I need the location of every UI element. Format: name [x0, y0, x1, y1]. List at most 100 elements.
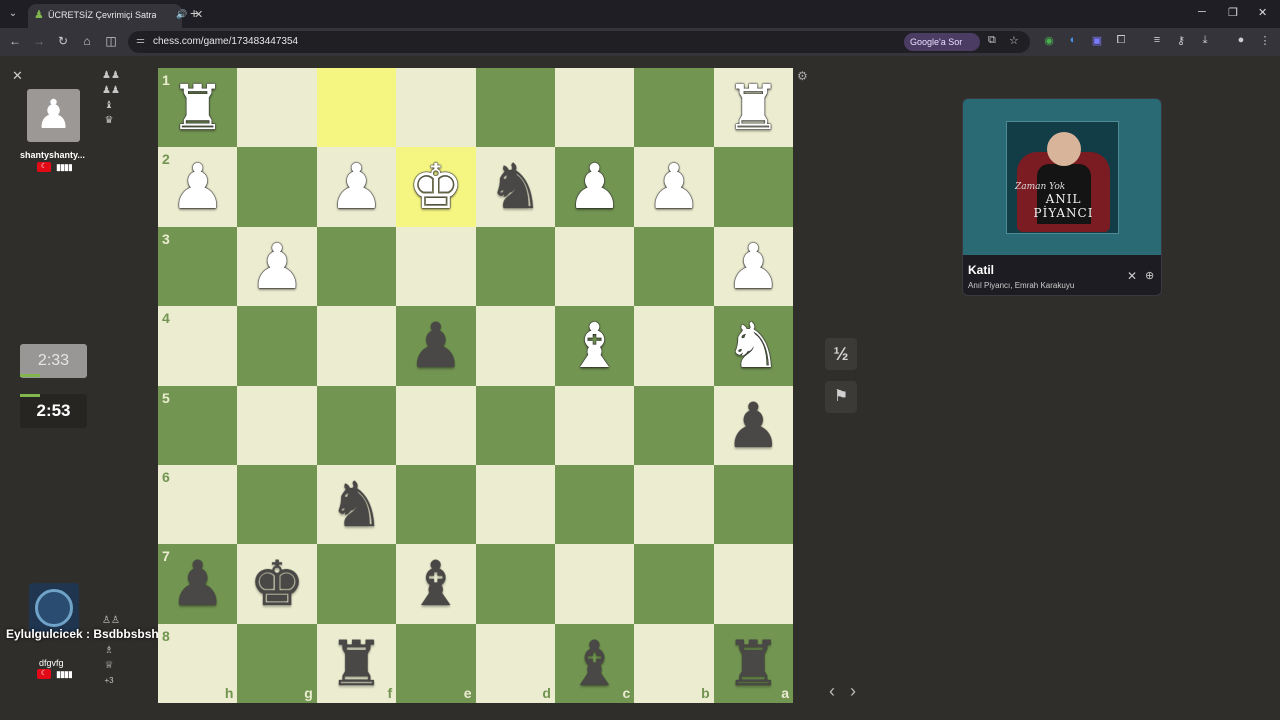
- top-player-avatar[interactable]: ♟: [27, 89, 80, 142]
- black-knight[interactable]: ♞: [317, 465, 396, 544]
- board-square[interactable]: d: [475, 623, 555, 704]
- board-square[interactable]: [396, 385, 476, 465]
- window-close-button[interactable]: ✕: [1258, 6, 1267, 19]
- board-square[interactable]: [475, 464, 555, 545]
- board-square[interactable]: 6: [158, 464, 238, 545]
- new-tab-button[interactable]: +: [190, 5, 198, 21]
- board-square[interactable]: [554, 544, 635, 624]
- home-icon[interactable]: ⌂: [79, 34, 95, 48]
- split-view-icon[interactable]: ◫: [103, 34, 119, 48]
- board-square[interactable]: [316, 544, 397, 624]
- black-pawn[interactable]: ♟: [396, 306, 475, 385]
- chess-board[interactable]: 1 2 3 4 5 6 7 8 h g f e d c b a ♜ ♜ ♟ ♟ ♚ ♞ ♟ ♟ ♟ ♟ ♟ ♝ ♞ ♟ ♞ ♟ ♚ ♝ ♜ ♝ ♜: [158, 68, 794, 704]
- menu-icon[interactable]: ⋮: [1258, 34, 1272, 47]
- speaker-icon[interactable]: 🔊: [176, 9, 187, 20]
- black-pawn[interactable]: ♟: [158, 544, 237, 623]
- board-square[interactable]: [237, 306, 317, 386]
- board-square[interactable]: g: [237, 623, 317, 704]
- white-pawn[interactable]: ♟: [714, 227, 793, 306]
- next-move-button[interactable]: ›: [850, 681, 856, 702]
- white-pawn[interactable]: ♟: [317, 147, 396, 226]
- board-square[interactable]: 3: [158, 226, 238, 307]
- board-square[interactable]: [396, 464, 476, 545]
- black-king[interactable]: ♚: [237, 544, 316, 623]
- board-square[interactable]: [634, 68, 714, 148]
- white-pawn[interactable]: ♟: [158, 147, 237, 226]
- board-square[interactable]: [475, 68, 555, 148]
- board-square[interactable]: [237, 385, 317, 465]
- board-square[interactable]: [475, 385, 555, 465]
- tab-list-icon[interactable]: ⌄: [4, 5, 22, 23]
- board-square[interactable]: [713, 544, 794, 624]
- board-square[interactable]: 8h: [158, 623, 238, 704]
- board-square[interactable]: [634, 385, 714, 465]
- board-square[interactable]: [634, 226, 714, 307]
- white-pawn[interactable]: ♟: [555, 147, 634, 226]
- board-square[interactable]: [713, 464, 794, 545]
- board-square[interactable]: [713, 147, 794, 227]
- top-player-name[interactable]: shantyshanty...: [20, 150, 85, 160]
- black-rook[interactable]: ♜: [714, 624, 793, 703]
- black-bishop[interactable]: ♝: [396, 544, 475, 623]
- extension-blue-icon[interactable]: ◐: [1066, 34, 1080, 46]
- board-square[interactable]: [475, 306, 555, 386]
- board-square[interactable]: [475, 226, 555, 307]
- board-square[interactable]: [237, 464, 317, 545]
- white-pawn[interactable]: ♟: [634, 147, 713, 226]
- install-icon[interactable]: ⧉: [988, 34, 996, 47]
- more-options-icon[interactable]: ⊕: [1145, 269, 1154, 282]
- download-icon[interactable]: ⤓: [1198, 34, 1212, 47]
- board-square[interactable]: [634, 544, 714, 624]
- reload-icon[interactable]: ↻: [55, 34, 71, 48]
- google-sor-button[interactable]: Google'a Sor: [904, 33, 980, 51]
- draw-offer-button[interactable]: ½: [825, 338, 857, 370]
- bookmark-star-icon[interactable]: ☆: [1009, 34, 1019, 47]
- close-icon[interactable]: ✕: [12, 68, 23, 84]
- bottom-player-avatar[interactable]: [29, 583, 79, 633]
- site-info-icon[interactable]: ⚌: [136, 35, 145, 46]
- extensions-icon[interactable]: ⧠: [1114, 34, 1128, 47]
- board-square[interactable]: 4: [158, 306, 238, 386]
- black-rook[interactable]: ♜: [317, 624, 396, 703]
- reading-list-icon[interactable]: ≡: [1150, 34, 1164, 46]
- board-square[interactable]: [554, 68, 635, 148]
- minimize-button[interactable]: ─: [1198, 6, 1206, 18]
- previous-move-button[interactable]: ‹: [829, 681, 835, 702]
- close-icon[interactable]: ✕: [1127, 269, 1137, 283]
- white-pawn[interactable]: ♟: [237, 227, 316, 306]
- profile-icon[interactable]: ●: [1234, 34, 1248, 46]
- board-square[interactable]: [237, 68, 317, 148]
- bottom-player-name[interactable]: dfgvfg: [39, 658, 64, 668]
- board-square[interactable]: b: [634, 623, 714, 704]
- board-square[interactable]: [316, 226, 397, 307]
- resign-flag-button[interactable]: ⚑: [825, 381, 857, 413]
- board-square[interactable]: [554, 385, 635, 465]
- board-square[interactable]: [396, 68, 476, 148]
- white-rook[interactable]: ♜: [158, 68, 237, 147]
- address-bar[interactable]: ⚌ chess.com/game/173483447354 Google'a S…: [128, 31, 1030, 53]
- board-square[interactable]: [634, 306, 714, 386]
- white-king[interactable]: ♚: [396, 147, 475, 226]
- white-knight[interactable]: ♞: [714, 306, 793, 385]
- board-square[interactable]: [554, 464, 635, 545]
- black-bishop[interactable]: ♝: [555, 624, 634, 703]
- extension-shield-icon[interactable]: ◉: [1042, 34, 1056, 47]
- board-square[interactable]: [316, 68, 397, 148]
- board-square[interactable]: [316, 306, 397, 386]
- board-square[interactable]: [554, 226, 635, 307]
- board-square[interactable]: [396, 226, 476, 307]
- white-bishop[interactable]: ♝: [555, 306, 634, 385]
- password-icon[interactable]: ⚷: [1174, 34, 1188, 47]
- url-text[interactable]: chess.com/game/173483447354: [153, 36, 298, 47]
- board-square[interactable]: e: [396, 623, 476, 704]
- back-icon[interactable]: ←: [7, 34, 23, 48]
- extension-game-icon[interactable]: ▣: [1090, 34, 1104, 47]
- gear-icon[interactable]: ⚙: [797, 69, 808, 83]
- restore-button[interactable]: ❐: [1228, 6, 1238, 19]
- black-knight[interactable]: ♞: [476, 147, 555, 226]
- board-square[interactable]: 5: [158, 385, 238, 465]
- forward-icon[interactable]: →: [31, 34, 47, 48]
- board-square[interactable]: [475, 544, 555, 624]
- black-pawn[interactable]: ♟: [714, 386, 793, 465]
- board-square[interactable]: [634, 464, 714, 545]
